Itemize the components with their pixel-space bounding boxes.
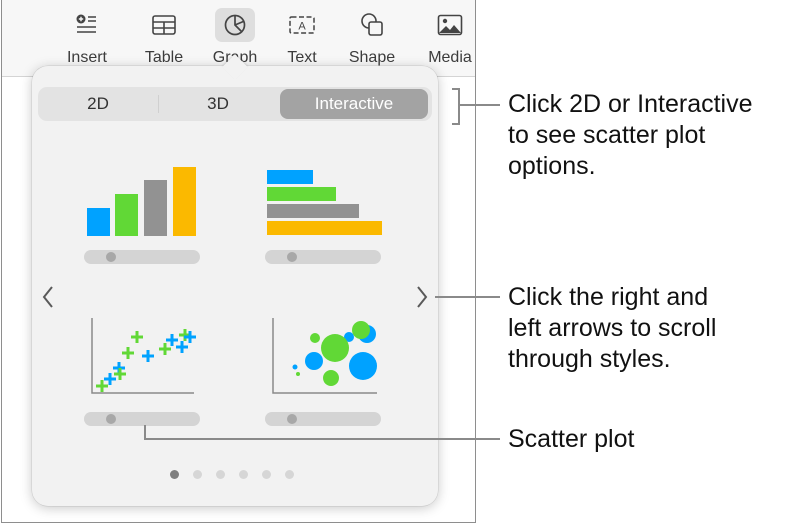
leader-line-scatter <box>144 438 500 440</box>
previous-arrow-button[interactable] <box>38 282 58 312</box>
shape-icon <box>352 8 392 42</box>
callout-line: Click the right and <box>508 283 709 311</box>
bubble <box>349 352 377 380</box>
bubble <box>310 333 320 343</box>
toolbar-text-button[interactable]: A Text <box>272 8 332 67</box>
bar-3 <box>267 204 359 218</box>
column-chart-thumbnail[interactable] <box>82 162 232 282</box>
bubble <box>323 370 339 386</box>
column-bar-4 <box>173 167 196 236</box>
toolbar-media-button[interactable]: Media <box>420 8 475 67</box>
bar-2 <box>267 187 336 201</box>
page-indicator[interactable] <box>170 470 294 480</box>
segment-interactive[interactable]: Interactive <box>280 89 428 119</box>
bubble-chart-thumbnail[interactable] <box>265 316 415 436</box>
toolbar-insert-button[interactable]: Insert <box>57 8 117 67</box>
column-bar-3 <box>144 180 167 236</box>
scatter-point <box>159 343 171 355</box>
page-dot[interactable] <box>170 470 179 479</box>
bubble <box>352 321 370 339</box>
page-dot[interactable] <box>216 470 225 479</box>
bubble-chart-slider[interactable] <box>265 412 381 426</box>
scatter-point <box>96 380 108 392</box>
bar-4 <box>267 221 382 235</box>
column-bar-1 <box>87 208 110 236</box>
text-box-icon: A <box>282 8 322 42</box>
scatter-point <box>166 334 178 346</box>
app-window: Insert Table Graph <box>1 0 476 523</box>
scatter-chart-thumbnail[interactable] <box>82 316 232 436</box>
slider-knob[interactable] <box>287 252 297 262</box>
bar-chart-thumbnail[interactable] <box>265 162 415 282</box>
callout-line: to see scatter plot <box>508 121 706 149</box>
bubble <box>292 364 298 370</box>
page-dot[interactable] <box>193 470 202 479</box>
slider-knob[interactable] <box>106 414 116 424</box>
bar-chart-slider[interactable] <box>265 250 381 264</box>
page-dot[interactable] <box>239 470 248 479</box>
scatter-point <box>176 341 188 353</box>
chart-picker-popover: 2D 3D Interactive <box>32 54 438 506</box>
column-chart-slider[interactable] <box>84 250 200 264</box>
callout-line: through styles. <box>508 345 671 373</box>
bubble <box>321 334 349 362</box>
chart-icon <box>215 8 255 42</box>
slider-knob[interactable] <box>287 414 297 424</box>
segment-bracket <box>452 88 460 125</box>
leader-line-arrows <box>435 296 500 298</box>
insert-icon <box>67 8 107 42</box>
leader-line-segments <box>458 104 500 106</box>
next-arrow-button[interactable] <box>412 282 432 312</box>
scatter-point <box>131 331 143 343</box>
bar-1 <box>267 170 313 184</box>
scatter-point <box>142 350 154 362</box>
callout-segments: Click 2D or Interactive to see scatter p… <box>508 89 753 182</box>
toolbar-insert-label: Insert <box>66 49 107 66</box>
bubble <box>296 372 300 376</box>
segment-2d[interactable]: 2D <box>40 89 156 119</box>
segment-divider <box>158 95 159 113</box>
scatter-point <box>122 347 134 359</box>
svg-text:A: A <box>298 21 306 33</box>
column-bar-2 <box>115 194 138 236</box>
callout-line: Click 2D or Interactive <box>508 90 753 118</box>
toolbar-table-button[interactable]: Table <box>134 8 194 67</box>
media-icon <box>430 8 470 42</box>
scatter-chart-slider[interactable] <box>84 412 200 426</box>
slider-knob[interactable] <box>106 252 116 262</box>
table-icon <box>144 8 184 42</box>
bubble <box>305 352 323 370</box>
toolbar-table-label: Table <box>144 49 184 66</box>
toolbar-shape-label: Shape <box>348 49 396 66</box>
callout-line: left arrows to scroll <box>508 314 717 342</box>
chevron-left-icon <box>42 286 53 308</box>
toolbar-text-label: Text <box>287 49 317 66</box>
page-dot[interactable] <box>262 470 271 479</box>
callout-scatter-plot: Scatter plot <box>508 425 635 453</box>
segment-3d[interactable]: 3D <box>160 89 276 119</box>
toolbar-media-label: Media <box>428 49 472 66</box>
leader-line-scatter-vertical <box>144 425 146 439</box>
callout-line: options. <box>508 152 596 180</box>
chart-type-segmented-control: 2D 3D Interactive <box>38 87 432 121</box>
chevron-right-icon <box>417 286 428 308</box>
page-dot[interactable] <box>285 470 294 479</box>
callout-arrows: Click the right and left arrows to scrol… <box>508 282 716 375</box>
toolbar-shape-button[interactable]: Shape <box>342 8 402 67</box>
